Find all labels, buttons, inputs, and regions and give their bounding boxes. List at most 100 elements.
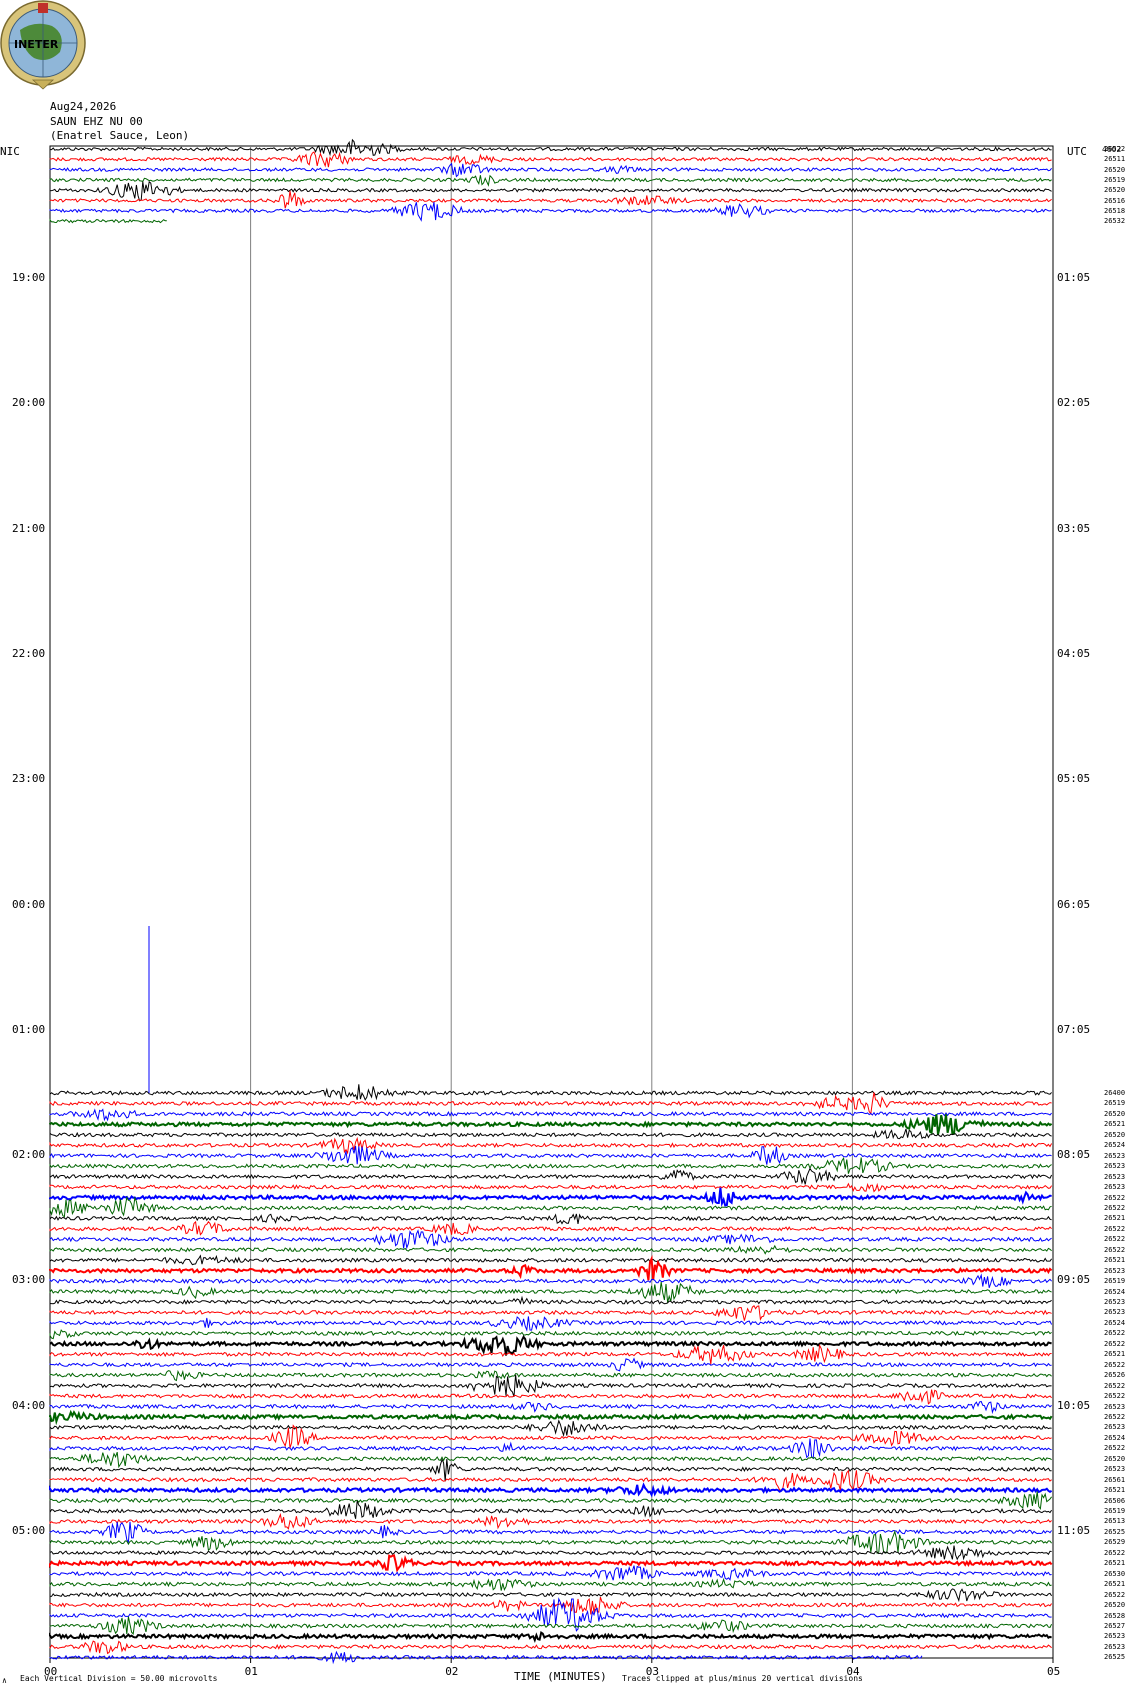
trace-count-label: 26523 (1104, 1151, 1126, 1160)
seismic-trace (49, 1084, 1052, 1101)
seismic-trace (49, 1409, 1053, 1426)
seismic-trace (49, 1374, 1052, 1397)
seismic-trace (49, 1273, 1052, 1288)
trace-count-label: 26520 (1104, 165, 1126, 174)
trace-count-label: 26522 (1104, 1235, 1126, 1244)
x-tick-label: 02 (445, 1665, 458, 1678)
seismic-trace (49, 1451, 1052, 1469)
trace-count-label: 26523 (1104, 1642, 1126, 1651)
seismic-trace (49, 1092, 1052, 1116)
right-hour-label: 08:05 (1057, 1148, 1091, 1162)
seismic-trace (49, 1545, 1052, 1561)
trace-count-label: 26524 (1104, 1287, 1126, 1296)
seismic-trace (49, 1156, 1052, 1174)
seismic-trace (49, 1357, 1052, 1372)
trace-count-label: 26522 (1104, 1245, 1126, 1254)
right-hour-label: 04:05 (1057, 646, 1091, 660)
trace-count-label: 26523 (1104, 1308, 1126, 1317)
right-hour-label: 01:05 (1057, 271, 1091, 284)
seismic-trace (49, 174, 1052, 187)
left-hour-label: 20:00 (12, 396, 46, 410)
trace-count-label: 26511 (1104, 155, 1126, 164)
trace-count-label: 26523 (1104, 1266, 1126, 1275)
seismic-trace (49, 1482, 1053, 1498)
seismic-trace (49, 1400, 1052, 1415)
right-hour-label: 10:05 (1057, 1398, 1091, 1412)
seismic-trace (49, 1529, 1052, 1555)
trace-count-label: 26524 (1104, 1141, 1126, 1150)
right-hour-label: 03:05 (1057, 521, 1091, 535)
trace-count-label: 26506 (1104, 1496, 1126, 1505)
trace-count-label: 26523 (1104, 1632, 1126, 1641)
helicorder-plot: 00 01 02 03 04 05 (44, 138, 1060, 1678)
seismic-trace (49, 1588, 1053, 1603)
seismic-trace (49, 1114, 1053, 1136)
trace-count-label: 26522 (1104, 1360, 1126, 1369)
right-hour-label: 06:05 (1057, 897, 1091, 911)
seismic-trace (49, 218, 167, 224)
seismic-trace (49, 1244, 1052, 1255)
x-tick-label: 01 (245, 1665, 258, 1678)
seismic-trace (49, 1554, 1053, 1573)
trace-count-label: 26520 (1104, 1109, 1126, 1118)
trace-count-label: 26532 (1104, 217, 1126, 226)
trace-count-label: 26523 (1104, 1423, 1126, 1432)
seismic-trace (49, 1438, 1052, 1460)
trace-count-label: 26529 (1104, 1538, 1126, 1547)
trace-count-label: 26527 (1104, 1621, 1126, 1630)
seismic-trace (49, 1343, 1052, 1365)
seismic-trace (49, 1565, 1052, 1581)
left-hour-label: 04:00 (12, 1398, 46, 1412)
trace-count-label: 26523 (1104, 1298, 1126, 1306)
seismic-trace (49, 1295, 1052, 1305)
left-hour-label: 21:00 (12, 521, 46, 535)
x-axis-label: TIME (MINUTES) (514, 1670, 607, 1683)
trace-count-label: 26521 (1104, 1559, 1126, 1568)
seismic-trace (49, 1389, 1052, 1405)
trace-count-label: 26519 (1104, 1507, 1126, 1515)
trace-count-label: 26522 (1104, 1381, 1126, 1390)
seismic-trace (49, 1213, 1052, 1225)
seismic-trace (49, 201, 1052, 222)
seismic-trace (49, 1128, 1052, 1140)
trace-count-label: 26522 (1104, 1548, 1126, 1557)
seismic-trace (49, 1640, 1052, 1655)
left-hour-label: 23:00 (12, 772, 46, 786)
trace-count-label: 26522 (1104, 1412, 1126, 1421)
seismic-trace (49, 1458, 1052, 1482)
trace-count-label: 26521 (1104, 1256, 1126, 1265)
x-tick-label: 05 (1047, 1665, 1060, 1678)
trace-count-label: 26400 (1104, 1089, 1126, 1097)
right-hour-label: 09:05 (1057, 1273, 1091, 1287)
left-hour-label: 22:00 (12, 646, 46, 660)
left-hour-label: 01:00 (12, 1022, 46, 1036)
trace-count-label: 26522 (1104, 1224, 1126, 1233)
footer-corner-mark: ∧ (2, 1676, 7, 1685)
trace-count-label: 26525 (1104, 1527, 1126, 1536)
seismic-trace (49, 151, 1052, 168)
trace-count-label: 26519 (1104, 175, 1126, 184)
right-hour-label: 11:05 (1057, 1524, 1091, 1537)
trace-count-label: 26522 (1104, 1203, 1126, 1212)
trace-count-label: 26518 (1104, 206, 1126, 215)
trace-count-label: 26519 (1104, 1099, 1126, 1108)
seismic-trace (49, 1196, 1052, 1218)
left-hour-label: 00:00 (12, 897, 46, 911)
seismic-trace (49, 1108, 1052, 1122)
seismic-trace (49, 1167, 1053, 1185)
right-hour-label: 05:05 (1057, 772, 1091, 786)
trace-count-label: 26521 (1104, 1486, 1126, 1495)
trace-count-label: 26520 (1104, 1601, 1126, 1610)
trace-count-label: 26523 (1104, 1402, 1126, 1411)
trace-count-label: 26516 (1104, 196, 1126, 205)
seismic-trace (49, 1650, 923, 1665)
trace-count-label: 26520 (1104, 1454, 1126, 1463)
left-hour-label: 19:00 (12, 271, 46, 284)
seismic-trace (49, 1187, 1052, 1208)
scale-note: Each Vertical Division = 50.00 microvolt… (20, 1674, 218, 1683)
seismic-trace (49, 1254, 1053, 1281)
right-hour-label: 02:05 (1057, 396, 1091, 410)
seismic-trace (49, 138, 1052, 157)
left-hour-label: 03:00 (12, 1273, 46, 1287)
trace-count-label: 26520 (1104, 1130, 1126, 1139)
